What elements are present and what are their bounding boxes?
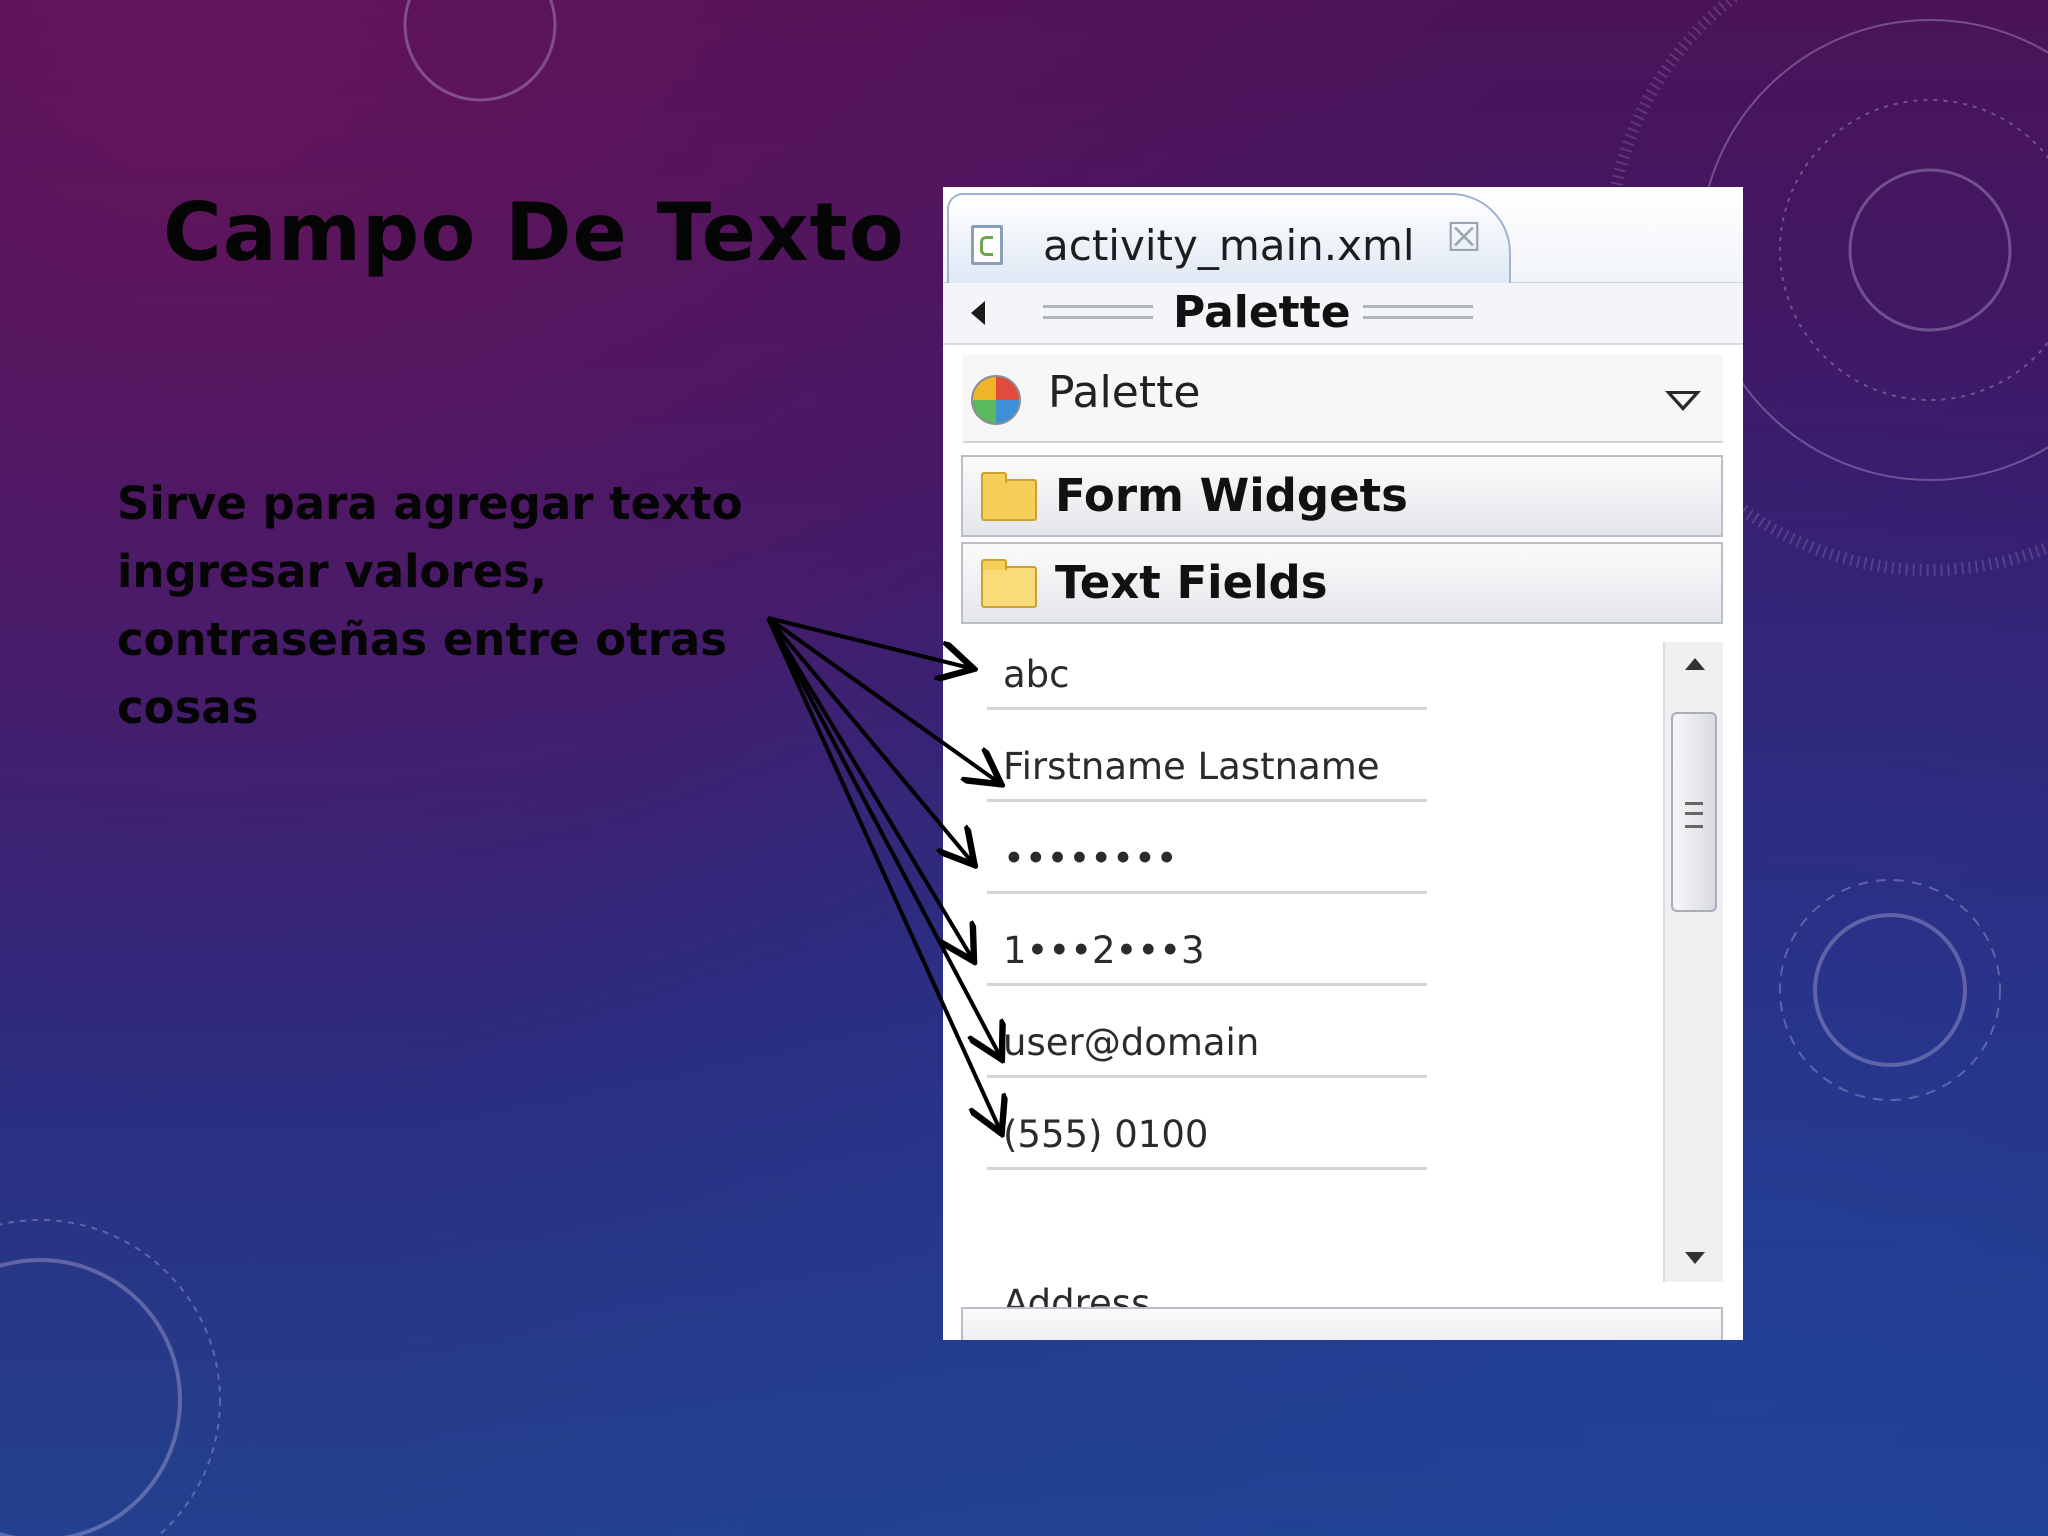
pointer-arrows <box>766 616 2048 1536</box>
